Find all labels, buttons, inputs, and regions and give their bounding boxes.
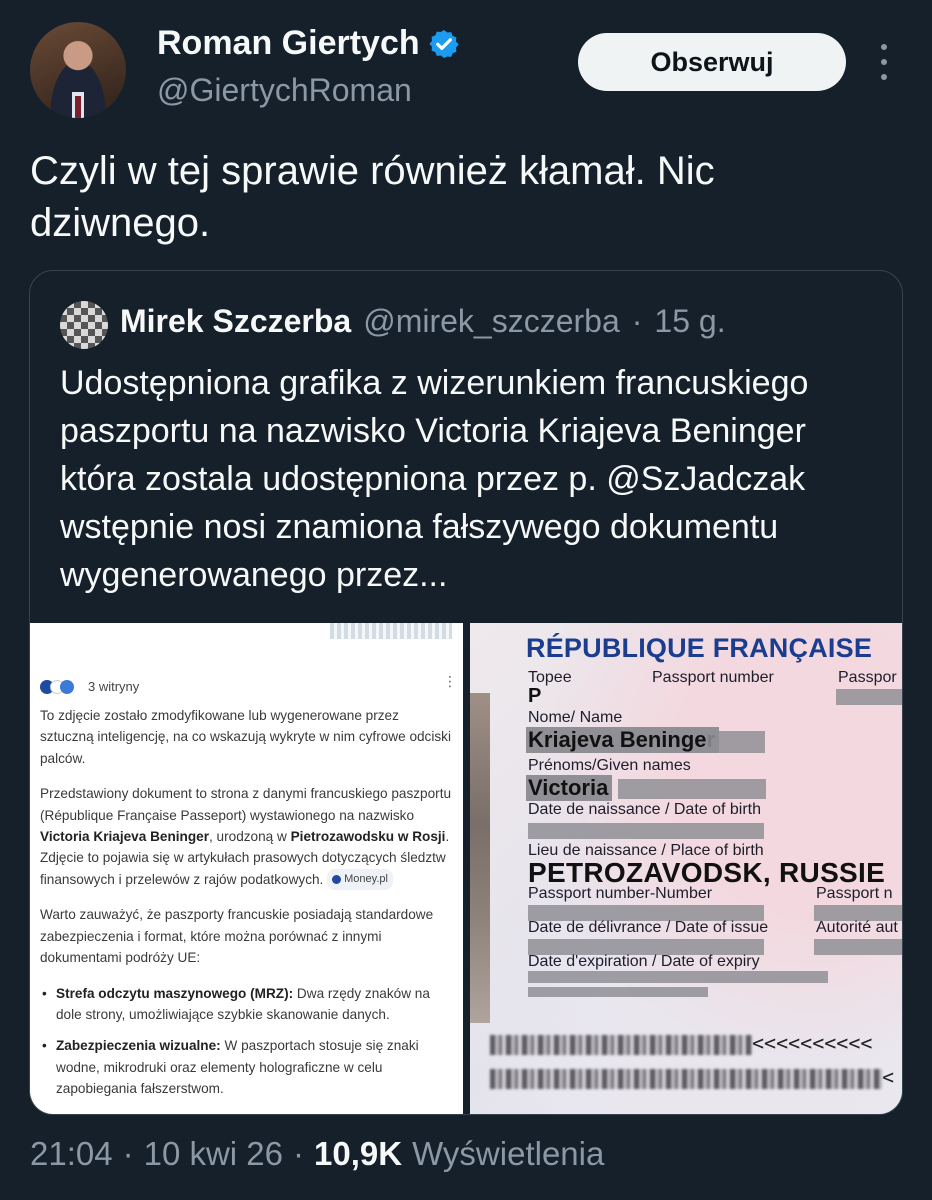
- more-options-icon[interactable]: [874, 44, 894, 80]
- quoted-tweet[interactable]: Mirek Szczerba @mirek_szczerba · 15 g. U…: [29, 270, 903, 1115]
- type-value: P: [528, 685, 542, 707]
- redaction-bar: [528, 971, 828, 983]
- tweet-date[interactable]: 10 kwi 26: [144, 1135, 283, 1173]
- avatar-tie: [75, 96, 81, 118]
- mrz-chevrons: <<<<<<<<<<: [752, 1031, 873, 1055]
- ai-text: Przedstawiony dokument to strona z danym…: [40, 786, 452, 823]
- bullet-title: Strefa odczytu maszynowego (MRZ):: [56, 985, 294, 1001]
- attached-image-passport[interactable]: RÉPUBLIQUE FRANÇAISE Topee Passport numb…: [470, 623, 902, 1114]
- issue-date-label: Date de délivrance / Date of issue: [528, 919, 769, 936]
- author-avatar[interactable]: [30, 22, 126, 118]
- citation-label: Money.pl: [344, 872, 388, 885]
- quoted-tweet-time[interactable]: 15 g.: [654, 303, 725, 340]
- ai-text: , urodzoną w: [209, 829, 291, 845]
- separator-dot: ·: [122, 1135, 134, 1172]
- redaction-bar: [528, 823, 764, 839]
- more-dot: [881, 74, 887, 80]
- ppnum-label: Passport number-Number: [528, 885, 713, 902]
- quoted-author-name[interactable]: Mirek Szczerba: [120, 303, 351, 340]
- follow-button[interactable]: Obserwuj: [578, 33, 846, 91]
- ai-answer-body: To zdjęcie zostało zmodyfikowane lub wyg…: [40, 705, 452, 1110]
- sources-row: 3 witryny: [40, 679, 139, 694]
- ai-paragraph-1: To zdjęcie zostało zmodyfikowane lub wyg…: [40, 708, 451, 766]
- name-label: Nome/ Name: [528, 709, 623, 726]
- mrz-line-1: <<<<<<<<<<: [490, 1031, 902, 1057]
- ai-paragraph-2: Przedstawiony dokument to strona z danym…: [40, 783, 452, 891]
- views-count: 10,9K: [314, 1135, 403, 1172]
- ai-bullet-list: Strefa odczytu maszynowego (MRZ): Dwa rz…: [40, 983, 452, 1100]
- bullet-title: Zabezpieczenia wizualne:: [56, 1038, 221, 1054]
- author-handle[interactable]: @GiertychRoman: [157, 72, 412, 109]
- dob-label: Date de naissance / Date of birth: [528, 801, 762, 818]
- redaction-bar: [836, 689, 902, 705]
- verified-badge-icon: [429, 29, 459, 58]
- image-top-strip: [330, 623, 452, 639]
- more-dot: [881, 44, 887, 50]
- mrz-blur: [490, 1068, 882, 1089]
- redaction-bar: [528, 987, 708, 997]
- quoted-tweet-header: Mirek Szczerba @mirek_szczerba · 15 g.: [120, 303, 726, 340]
- author-name[interactable]: Roman Giertych: [157, 24, 420, 63]
- expiry-date-label: Date d'expiration / Date of expiry: [528, 953, 760, 970]
- more-dot: [881, 59, 887, 65]
- mrz-blur: [490, 1034, 752, 1055]
- source-favicons-icon: [40, 679, 80, 694]
- passport-label-cut: Passpor: [838, 669, 897, 686]
- mrz-chevrons: <: [882, 1065, 895, 1089]
- separator-dot: ·: [631, 303, 643, 339]
- attached-image-ai-answer[interactable]: 3 witryny ⋮ To zdjęcie zostało zmodyfiko…: [30, 623, 463, 1114]
- tweet-time[interactable]: 21:04: [30, 1135, 113, 1173]
- quoted-tweet-text: Udostępniona grafika z wizerunkiem franc…: [60, 364, 809, 594]
- sources-count: 3 witryny: [88, 679, 140, 694]
- ai-bold-name: Victoria Kriajeva Beninger: [40, 829, 209, 845]
- quoted-author-handle[interactable]: @mirek_szczerba: [363, 303, 620, 340]
- citation-chip: Money.pl: [327, 868, 393, 891]
- given-names-value: Victoria: [526, 775, 613, 801]
- name-value: Kriajeva Beninger: [526, 727, 720, 753]
- separator-dot: ·: [293, 1135, 305, 1172]
- blurred-photo: [470, 693, 490, 1023]
- redaction-bar: [814, 939, 902, 955]
- ai-bullet-item: Zabezpieczenia wizualne: W paszportach s…: [42, 1035, 452, 1099]
- ppnum-label-cut: Passport n: [816, 885, 893, 902]
- ai-bullet-item: Strefa odczytu maszynowego (MRZ): Dwa rz…: [42, 983, 452, 1026]
- redaction-bar: [707, 731, 765, 753]
- views-label: Wyświetlenia: [412, 1135, 605, 1172]
- passport-number-label: Passport number: [652, 669, 774, 686]
- money-pl-icon: [332, 875, 342, 885]
- mrz-line-2: <: [490, 1065, 902, 1091]
- given-names-label: Prénoms/Given names: [528, 757, 691, 774]
- tweet-text: Czyli w tej sprawie również kłamał. Nic …: [30, 149, 715, 245]
- ai-bold-place: Pietrozawodsku w Rosji: [290, 829, 446, 845]
- ai-more-icon: ⋮: [443, 673, 457, 689]
- ai-paragraph-3: Warto zauważyć, że paszporty francuskie …: [40, 907, 434, 966]
- author-name-row[interactable]: Roman Giertych: [157, 24, 460, 63]
- quoted-author-avatar[interactable]: [60, 301, 108, 349]
- redaction-bar: [618, 779, 766, 799]
- passport-title: RÉPUBLIQUE FRANÇAISE: [526, 633, 873, 663]
- authority-label: Autorité aut: [816, 919, 898, 936]
- tweet-meta: 21:04 · 10 kwi 26 · 10,9K Wyświetlenia: [30, 1135, 604, 1173]
